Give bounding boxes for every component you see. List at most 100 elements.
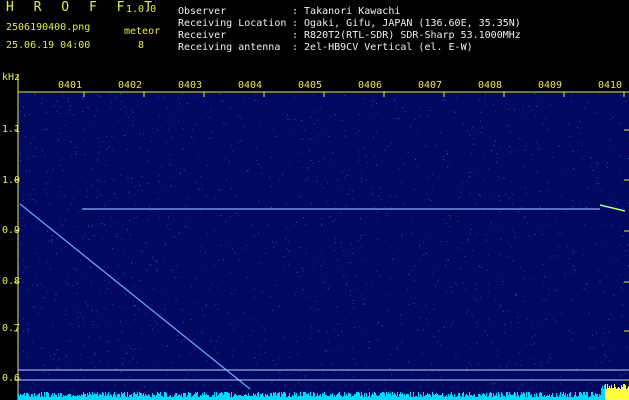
noise-pixel	[352, 191, 354, 193]
baseline-bar	[400, 392, 401, 400]
noise-pixel	[299, 351, 301, 353]
noise-pixel	[368, 347, 370, 348]
noise-pixel	[470, 171, 472, 173]
baseline-bar	[569, 393, 570, 400]
baseline-bar	[369, 392, 370, 400]
noise-pixel	[109, 281, 110, 283]
noise-pixel	[203, 314, 205, 316]
noise-pixel	[596, 180, 598, 182]
noise-pixel	[543, 285, 545, 287]
noise-pixel	[52, 169, 54, 170]
noise-pixel	[196, 303, 198, 305]
noise-pixel	[107, 288, 108, 289]
baseline-bar	[471, 395, 472, 400]
baseline-bar	[564, 395, 565, 400]
noise-pixel	[46, 183, 48, 185]
baseline-bar	[39, 393, 40, 400]
noise-pixel	[230, 323, 231, 325]
noise-pixel	[44, 189, 45, 191]
noise-pixel	[510, 181, 512, 183]
baseline-bar	[222, 393, 223, 400]
noise-pixel	[440, 377, 442, 379]
baseline-bar	[51, 395, 52, 400]
noise-pixel	[461, 192, 463, 194]
noise-pixel	[490, 197, 492, 199]
noise-pixel	[292, 389, 294, 390]
noise-pixel	[294, 118, 296, 120]
noise-pixel	[304, 129, 306, 131]
noise-pixel	[311, 307, 313, 309]
baseline-bar	[127, 392, 128, 400]
noise-pixel	[206, 111, 208, 113]
noise-pixel	[473, 129, 475, 131]
noise-pixel	[260, 344, 262, 346]
noise-pixel	[322, 187, 324, 189]
baseline-bar	[521, 392, 522, 400]
noise-pixel	[613, 294, 615, 296]
noise-pixel	[234, 321, 236, 323]
meteor-label: meteor	[124, 26, 161, 37]
noise-pixel	[131, 262, 133, 264]
baseline-bar	[336, 395, 337, 400]
noise-pixel	[470, 152, 472, 154]
baseline-bar	[514, 392, 515, 400]
noise-pixel	[480, 297, 482, 299]
noise-pixel	[493, 105, 495, 106]
noise-pixel	[132, 277, 133, 278]
noise-pixel	[173, 121, 175, 123]
noise-pixel	[396, 105, 397, 107]
noise-pixel	[115, 221, 117, 223]
noise-pixel	[88, 226, 90, 227]
noise-pixel	[442, 158, 444, 160]
baseline-bar	[106, 396, 107, 400]
noise-pixel	[296, 221, 297, 223]
baseline-bar	[421, 395, 422, 400]
baseline-bar	[511, 395, 512, 400]
noise-pixel	[136, 362, 137, 364]
baseline-bar	[483, 393, 484, 400]
noise-pixel	[309, 138, 311, 140]
noise-pixel	[421, 352, 423, 354]
noise-pixel	[333, 249, 335, 251]
noise-pixel	[593, 347, 595, 349]
noise-pixel	[201, 332, 203, 334]
noise-pixel	[577, 150, 579, 152]
noise-pixel	[458, 215, 460, 217]
noise-pixel	[559, 376, 561, 378]
noise-pixel	[93, 352, 95, 354]
noise-pixel	[67, 101, 69, 103]
noise-pixel	[182, 92, 184, 94]
noise-pixel	[410, 127, 411, 129]
noise-pixel	[587, 102, 589, 104]
noise-pixel	[606, 162, 608, 164]
noise-pixel	[524, 270, 526, 272]
baseline-bar	[270, 393, 271, 400]
noise-pixel	[426, 318, 428, 320]
noise-pixel	[407, 361, 409, 363]
noise-pixel	[601, 361, 603, 363]
noise-pixel	[472, 126, 474, 128]
noise-pixel	[484, 213, 486, 215]
noise-pixel	[97, 326, 99, 327]
noise-pixel	[369, 117, 371, 119]
noise-pixel	[111, 351, 113, 353]
noise-pixel	[505, 194, 506, 196]
noise-pixel	[136, 215, 138, 217]
baseline-bar	[451, 392, 452, 400]
noise-pixel	[178, 120, 180, 122]
noise-pixel	[76, 283, 78, 285]
noise-pixel	[545, 224, 547, 226]
noise-pixel	[572, 205, 574, 207]
baseline-bar	[183, 393, 184, 400]
baseline-bar	[433, 394, 434, 400]
baseline-bar	[452, 395, 453, 400]
noise-pixel	[74, 152, 76, 154]
baseline-bar	[274, 393, 275, 400]
noise-pixel	[624, 372, 626, 374]
noise-pixel	[531, 336, 533, 338]
baseline-bar	[272, 396, 273, 400]
noise-pixel	[399, 314, 401, 316]
noise-pixel	[194, 124, 196, 126]
noise-pixel	[193, 375, 195, 377]
noise-pixel	[117, 264, 119, 266]
